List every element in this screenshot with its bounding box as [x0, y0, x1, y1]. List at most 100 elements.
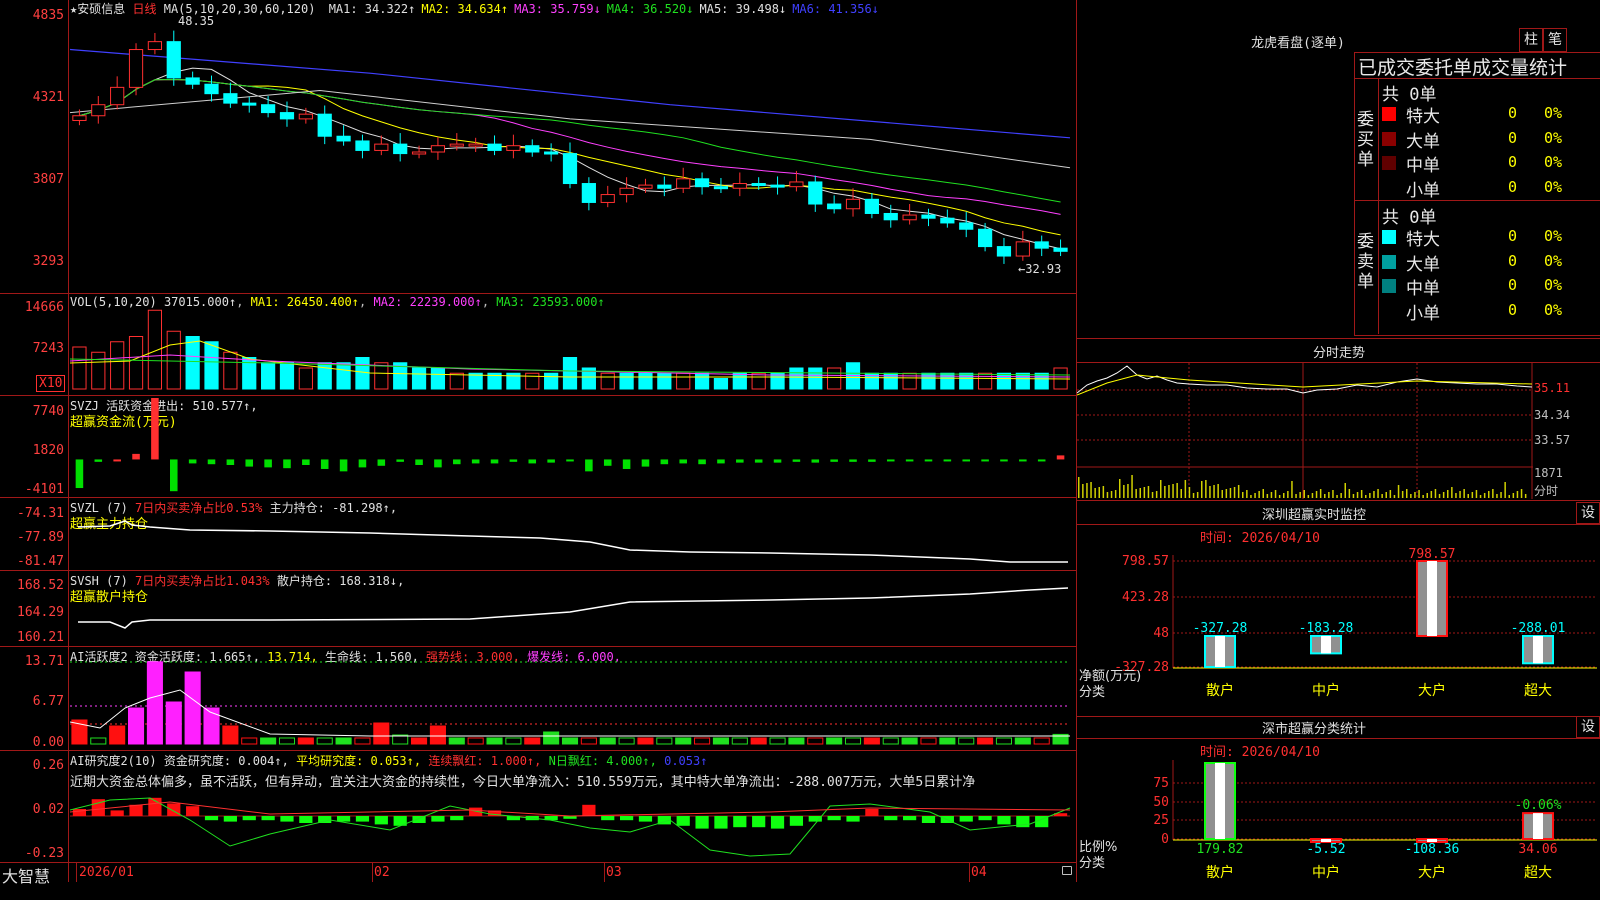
- intraday-volume-bar: [1451, 487, 1453, 498]
- svzl-line-chart[interactable]: [70, 505, 1075, 569]
- volume-bar: [91, 351, 106, 390]
- volume-bar: [562, 357, 578, 390]
- intraday-volume-bar: [1270, 492, 1273, 498]
- intraday-volume-bar: [1250, 495, 1252, 498]
- intraday-volume-bar: [1340, 493, 1342, 498]
- volume-bar: [732, 372, 747, 390]
- intraday-volume-bar: [1184, 480, 1187, 498]
- ai-active-bar: [146, 661, 163, 745]
- bar-value-label: -288.01: [1511, 621, 1566, 636]
- candle-body: [808, 181, 823, 205]
- candle-body: [355, 140, 370, 151]
- divider-svzj-svzl: [0, 497, 1077, 498]
- tick-view-button[interactable]: 笔: [1543, 28, 1567, 52]
- ai-active-ytick: 0.00: [32, 735, 64, 750]
- ai-research-bar: [865, 809, 879, 816]
- candle-body: [544, 151, 559, 155]
- svzj-bar: [75, 459, 84, 489]
- volume-bar: [996, 372, 1012, 390]
- intraday-volume-bar: [1213, 485, 1215, 498]
- sz-monitor-settings-button[interactable]: 设: [1576, 502, 1600, 524]
- intraday-chart[interactable]: [1077, 363, 1533, 499]
- category-label: 大户: [1418, 682, 1446, 699]
- category-label: 超大: [1524, 865, 1552, 881]
- lock-icon[interactable]: [1062, 866, 1072, 875]
- svzj-bar: [320, 459, 329, 469]
- intraday-volume-bar: [1127, 484, 1129, 498]
- intraday-volume-bar: [1311, 493, 1314, 498]
- ai-research-header: AI研究度2(10) 资金研究度: 0.004↑, 平均研究度: 0.053↑,…: [70, 752, 707, 769]
- ai-active-bar: [637, 737, 654, 745]
- svzj-bar: [622, 459, 631, 469]
- candle-body: [600, 194, 615, 203]
- ai-research-bar: [261, 816, 275, 821]
- ai-research-bar: [72, 809, 87, 816]
- x-tick: [372, 862, 373, 882]
- ai-active-bar: [656, 737, 673, 745]
- intraday-volume-bar: [1344, 483, 1346, 498]
- intraday-volume-bar: [1475, 490, 1478, 498]
- ai-research-chart[interactable]: [70, 790, 1075, 862]
- order-percent: 0%: [1544, 104, 1563, 122]
- ai-research-bar: [601, 816, 615, 821]
- intraday-volume-bar: [1520, 489, 1523, 498]
- sz-stat-settings-button[interactable]: 设: [1576, 716, 1600, 738]
- intraday-volume-bar: [1401, 491, 1404, 498]
- stat-title-divider: [1354, 78, 1600, 79]
- svzj-bar: [641, 459, 650, 467]
- volume-bar: [336, 362, 351, 390]
- y-tick-label: 0: [1161, 832, 1169, 847]
- sz-stat-bar-chart[interactable]: 75 50 25 0 179.82 散户 -5.52 中户 -108.36 大户 34.06 超大 比例…: [1077, 755, 1600, 900]
- intraday-volume-bar: [1131, 475, 1133, 498]
- svzj-bar: [943, 459, 952, 462]
- bar-view-button[interactable]: 柱: [1519, 28, 1543, 52]
- ai-research-label: AI研究度2(10): [70, 754, 157, 768]
- ai-active-bar: [127, 707, 145, 745]
- candlestick-chart[interactable]: [70, 18, 1075, 290]
- y-axis-title: 比例%: [1079, 840, 1117, 855]
- volume-chart[interactable]: [70, 305, 1075, 393]
- ai-active-ytick: 6.77: [32, 694, 64, 709]
- ai-active-bar: [354, 737, 371, 745]
- svzj-bar: [679, 459, 687, 464]
- intraday-volume-bar: [1094, 488, 1096, 498]
- svzj-ytick: 7740: [32, 404, 64, 419]
- intraday-volume-bar: [1102, 486, 1105, 498]
- svzj-bar: [113, 459, 121, 462]
- svzj-bar: [547, 459, 555, 463]
- intraday-volume-bar: [1287, 491, 1289, 498]
- svzj-bar: [151, 398, 159, 460]
- y-tick-label: 48: [1153, 626, 1169, 641]
- intraday-volume-bar: [1078, 477, 1080, 498]
- bar-value-label: 34.06: [1518, 842, 1557, 857]
- period-label[interactable]: 日线: [132, 2, 156, 16]
- ai-active-bar: [863, 737, 880, 745]
- ai-research-bar: [582, 804, 596, 816]
- ai-active-bar: [844, 737, 862, 745]
- candle-body: [827, 203, 842, 210]
- ai-research-ytick: 0.26: [32, 758, 64, 773]
- candle-body: [261, 104, 276, 114]
- order-percent: 0%: [1544, 251, 1563, 270]
- intraday-volume-bar: [1500, 492, 1502, 498]
- candle-body: [638, 184, 653, 189]
- price-ytick: 4321: [32, 90, 64, 105]
- ai-research-bar: [242, 816, 256, 821]
- divider-ai-research: [0, 750, 1077, 751]
- svsh-line-chart[interactable]: [70, 578, 1075, 646]
- order-type-label: 小单: [1406, 180, 1440, 201]
- intraday-volume-bar: [1221, 490, 1223, 498]
- order-color-swatch: [1382, 230, 1396, 244]
- sell-side-label: 委卖单: [1357, 232, 1374, 292]
- ai-research-bar: [204, 816, 219, 821]
- ai-active-bar: [184, 671, 201, 745]
- ai-research-bar: [336, 816, 351, 822]
- intraday-volume-bar: [1508, 495, 1510, 498]
- svzj-bar-chart[interactable]: [70, 398, 1075, 496]
- category-bar-highlight: [1533, 813, 1543, 839]
- ai-active-bar: [675, 737, 692, 745]
- ai-active-chart[interactable]: [70, 660, 1075, 749]
- ai-research-bar: [846, 816, 860, 822]
- intraday-volume-bar: [1483, 493, 1486, 498]
- sz-monitor-bar-chart[interactable]: 798.57423.2848-327.28-327.28散户-183.28中户7…: [1077, 540, 1600, 715]
